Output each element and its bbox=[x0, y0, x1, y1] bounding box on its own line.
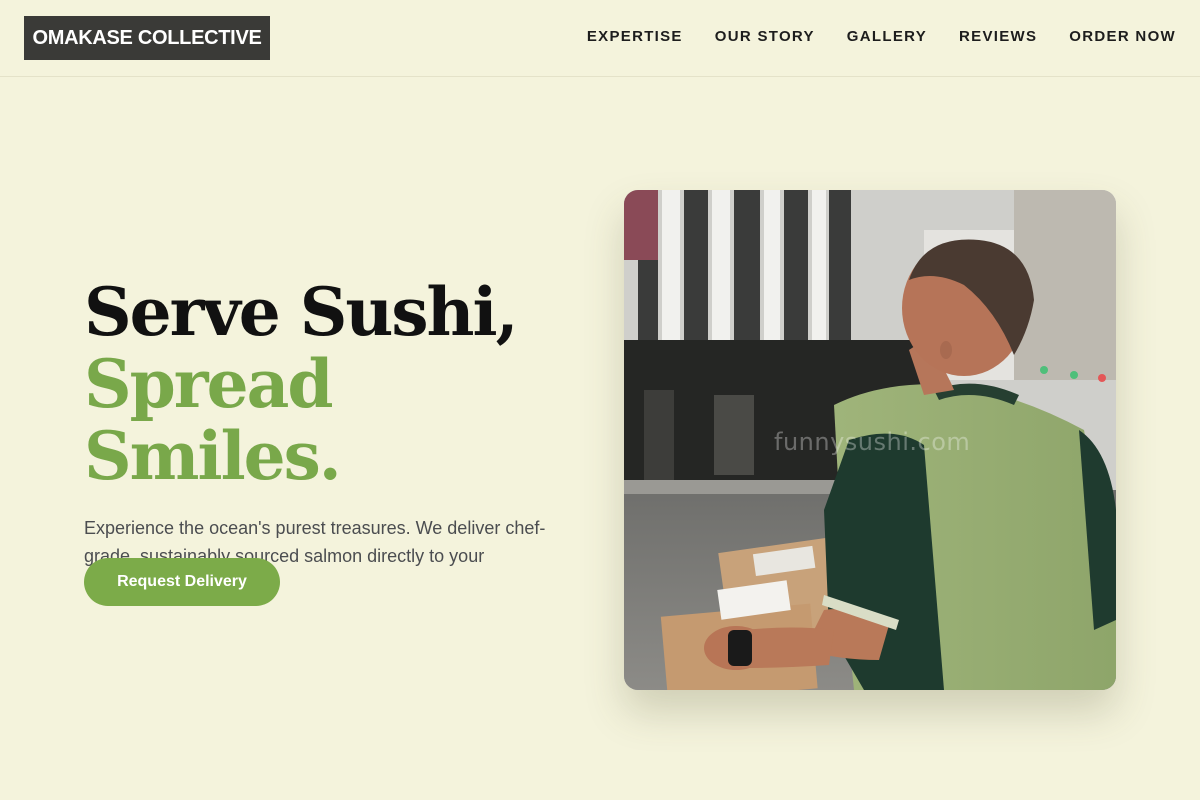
nav-item-our-story[interactable]: OUR STORY bbox=[715, 28, 815, 48]
nav-item-order-now[interactable]: ORDER NOW bbox=[1069, 28, 1176, 48]
nav-item-expertise[interactable]: EXPERTISE bbox=[587, 28, 683, 48]
headline-line-1: Serve Sushi, bbox=[84, 273, 519, 351]
hero-headline: Serve Sushi, Spread Smiles. bbox=[84, 276, 594, 492]
nav-item-reviews[interactable]: REVIEWS bbox=[959, 28, 1037, 48]
nav-item-gallery[interactable]: GALLERY bbox=[847, 28, 927, 48]
hero-section: Serve Sushi, Spread Smiles. Experience t… bbox=[84, 276, 594, 598]
site-header: OMAKASE COLLECTIVE EXPERTISE OUR STORY G… bbox=[0, 0, 1200, 77]
request-delivery-button[interactable]: Request Delivery bbox=[84, 558, 280, 606]
hero-image: funnysushi.com bbox=[624, 190, 1116, 690]
brand-logo[interactable]: OMAKASE COLLECTIVE bbox=[24, 16, 270, 60]
image-watermark: funnysushi.com bbox=[774, 428, 971, 456]
headline-line-2: Spread Smiles. bbox=[84, 345, 342, 495]
main-nav: EXPERTISE OUR STORY GALLERY REVIEWS ORDE… bbox=[587, 28, 1176, 48]
